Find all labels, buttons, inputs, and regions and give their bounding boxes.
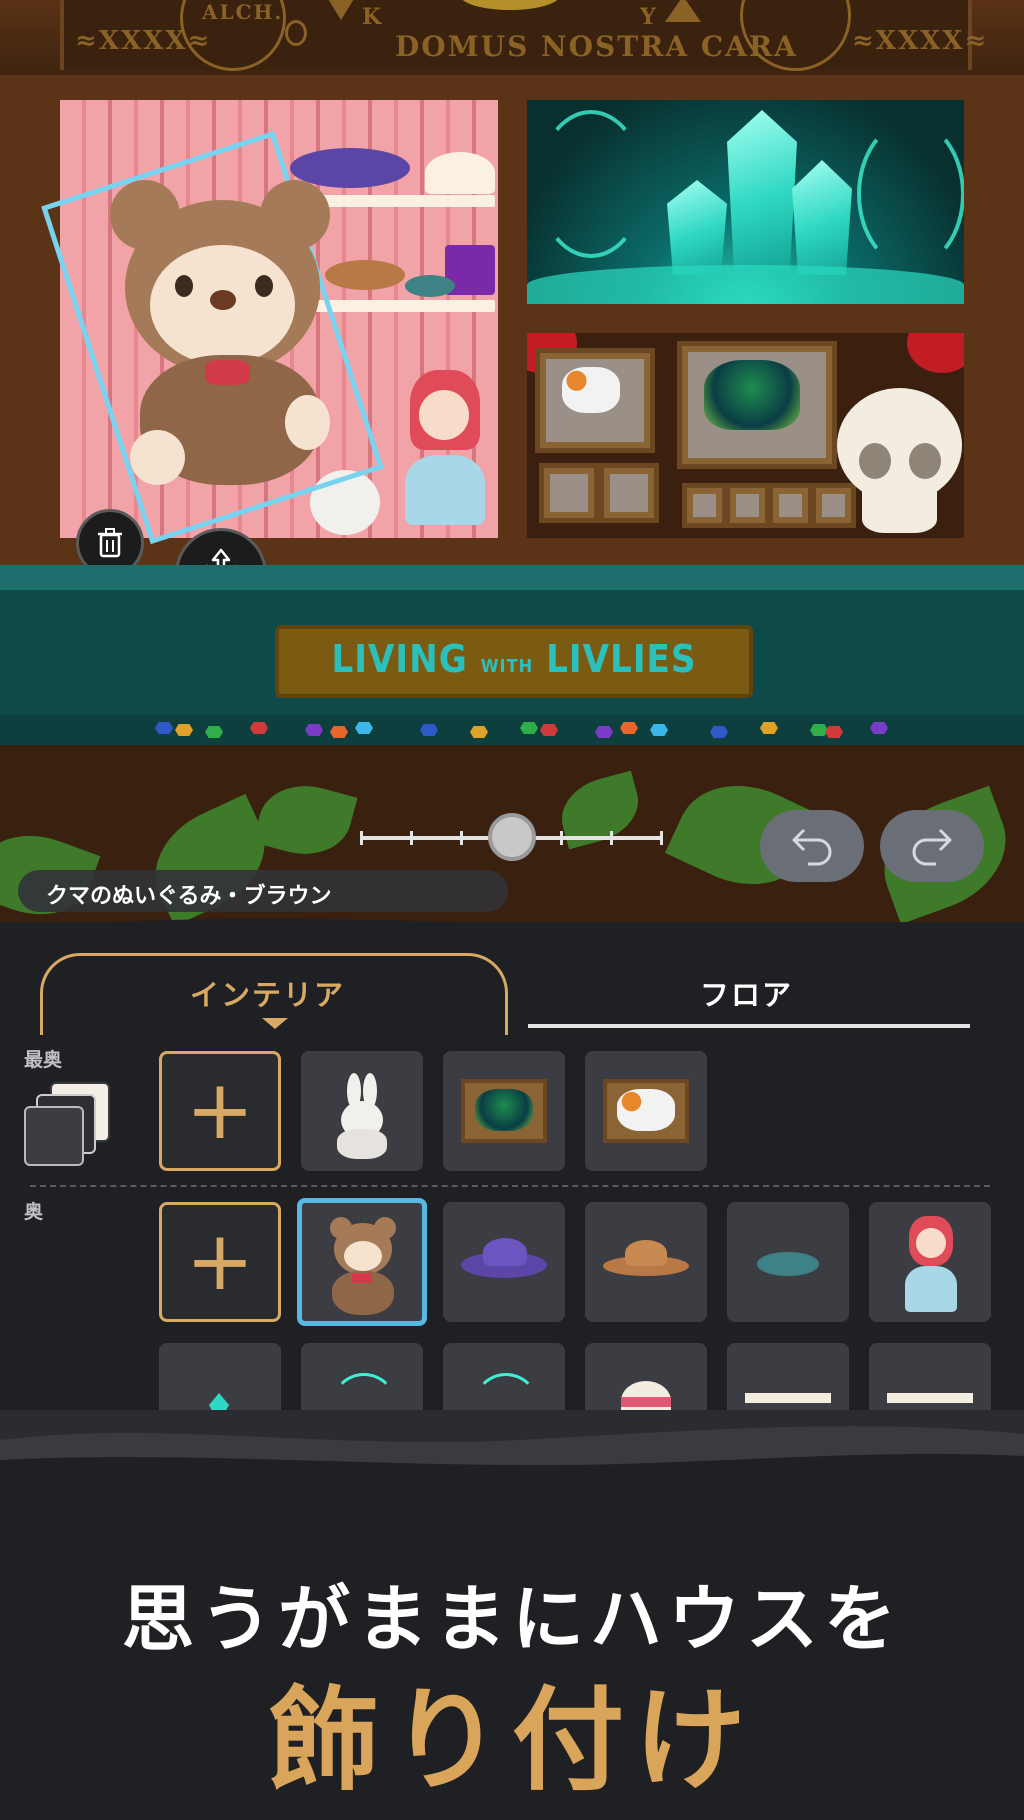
- item-straw-hat[interactable]: [585, 1202, 707, 1322]
- item-brown-teddy-bear[interactable]: [297, 1198, 427, 1326]
- gem: [250, 722, 268, 734]
- plus-icon: +: [185, 1214, 255, 1309]
- selected-item-label: クマのぬいぐるみ・ブラウン: [46, 884, 332, 909]
- gem: [205, 726, 223, 738]
- doll-girl-item[interactable]: [405, 370, 485, 530]
- house-scene: ≈XXXX≈ ALCH. K DOMUS NOSTRA CARA Y ≈XXXX…: [0, 0, 1024, 930]
- lightbulb-icon: [285, 20, 307, 46]
- glowing-vine-left[interactable]: [537, 110, 645, 258]
- layer-slider-knob[interactable]: [488, 813, 536, 861]
- gem: [710, 726, 728, 738]
- item-glowing-vine-2[interactable]: [443, 1343, 565, 1413]
- gem: [620, 722, 638, 734]
- gem: [420, 724, 438, 736]
- item-teal-shoes[interactable]: [727, 1202, 849, 1322]
- gem: [595, 726, 613, 738]
- add-item-button[interactable]: +: [159, 1202, 281, 1322]
- triangle-symbol-icon: [325, 0, 357, 20]
- beetle-specimen-frame[interactable]: [725, 483, 770, 528]
- title-sign: LIVING WITH LIVLIES: [275, 625, 753, 698]
- ladybug-specimen-frame[interactable]: [599, 463, 659, 523]
- skull-item[interactable]: [837, 388, 962, 538]
- cabinet-header: ≈XXXX≈ ALCH. K DOMUS NOSTRA CARA Y ≈XXXX…: [0, 0, 1024, 81]
- header-letter-y: Y: [640, 4, 658, 30]
- room-crystal[interactable]: [527, 100, 964, 304]
- redo-button[interactable]: [880, 810, 984, 882]
- crystal-large[interactable]: [727, 110, 797, 270]
- layer-label-back: 奥: [24, 1201, 44, 1223]
- gem: [825, 726, 843, 738]
- add-item-button[interactable]: +: [159, 1051, 281, 1171]
- header-right-ornament: ≈XXXX≈: [852, 26, 989, 56]
- tab-floor-underline: [528, 1024, 970, 1028]
- white-butterfly-frame[interactable]: [535, 348, 655, 453]
- item-rabbit-figurine[interactable]: [301, 1051, 423, 1171]
- item-green-butterfly-frame[interactable]: [443, 1051, 565, 1171]
- sign-text: LIVING WITH LIVLIES: [331, 637, 697, 681]
- header-letter-k: K: [362, 4, 384, 30]
- gem: [155, 722, 173, 734]
- gem: [470, 726, 488, 738]
- tab-active-indicator: [262, 1018, 288, 1029]
- promo-banner: 思うがままにハウスを 飾り付け: [0, 1480, 1024, 1820]
- glowing-vine-right[interactable]: [857, 120, 964, 268]
- header-title: DOMUS NOSTRA CARA: [395, 30, 798, 63]
- pyramid-symbol-icon: [665, 0, 701, 22]
- gem: [355, 722, 373, 734]
- brown-teddy-bear[interactable]: [110, 180, 340, 485]
- undo-icon: [792, 828, 832, 866]
- layer-divider: [30, 1185, 990, 1187]
- gem: [870, 722, 888, 734]
- gem: [175, 724, 193, 736]
- room-specimen[interactable]: [527, 333, 964, 538]
- layer-label-deepest: 最奥: [24, 1049, 63, 1071]
- gem-tray: [0, 715, 1024, 745]
- item-white-shelf-1[interactable]: [727, 1343, 849, 1413]
- ivy-leaf: [252, 774, 358, 866]
- header-circle-label: ALCH.: [202, 0, 284, 24]
- item-row-partial: [0, 1343, 1024, 1413]
- item-purple-hat[interactable]: [443, 1202, 565, 1322]
- item-white-butterfly-frame[interactable]: [585, 1051, 707, 1171]
- trash-icon: [98, 528, 122, 558]
- item-glowing-vine-1[interactable]: [301, 1343, 423, 1413]
- item-crystal[interactable]: [159, 1343, 281, 1413]
- redo-icon: [912, 828, 952, 866]
- crystal-glow: [527, 265, 964, 304]
- app-screen: ≈XXXX≈ ALCH. K DOMUS NOSTRA CARA Y ≈XXXX…: [0, 0, 1024, 1820]
- beetle-specimen-frame[interactable]: [682, 483, 727, 528]
- gem: [810, 724, 828, 736]
- gem: [760, 722, 778, 734]
- gem: [520, 722, 538, 734]
- bee-specimen-frame[interactable]: [539, 463, 599, 523]
- tab-floor[interactable]: フロア: [700, 972, 793, 1014]
- counter-base: LIVING WITH LIVLIES: [0, 565, 1024, 745]
- item-white-shelf-2[interactable]: [869, 1343, 991, 1413]
- crystal-left: [667, 180, 727, 275]
- promo-tagline: 飾り付け: [268, 1676, 756, 1806]
- undo-button[interactable]: [760, 810, 864, 882]
- teal-shoes-item[interactable]: [405, 275, 455, 297]
- promo-wave: [0, 1410, 1024, 1480]
- plus-icon: +: [185, 1063, 255, 1158]
- gem: [650, 724, 668, 736]
- tab-interior-label: インテリア: [190, 978, 346, 1012]
- item-pink-hat[interactable]: [585, 1343, 707, 1413]
- white-hat-item[interactable]: [425, 152, 495, 194]
- red-curtain-right: [907, 333, 964, 373]
- beetle-specimen-frame[interactable]: [768, 483, 813, 528]
- gem: [540, 724, 558, 736]
- crystal-right: [792, 160, 852, 275]
- item-doll-girl[interactable]: [869, 1202, 991, 1322]
- selected-item-name: クマのぬいぐるみ・ブラウン: [18, 870, 508, 912]
- green-butterfly-frame[interactable]: [677, 341, 837, 469]
- gem: [305, 724, 323, 736]
- gem: [330, 726, 348, 738]
